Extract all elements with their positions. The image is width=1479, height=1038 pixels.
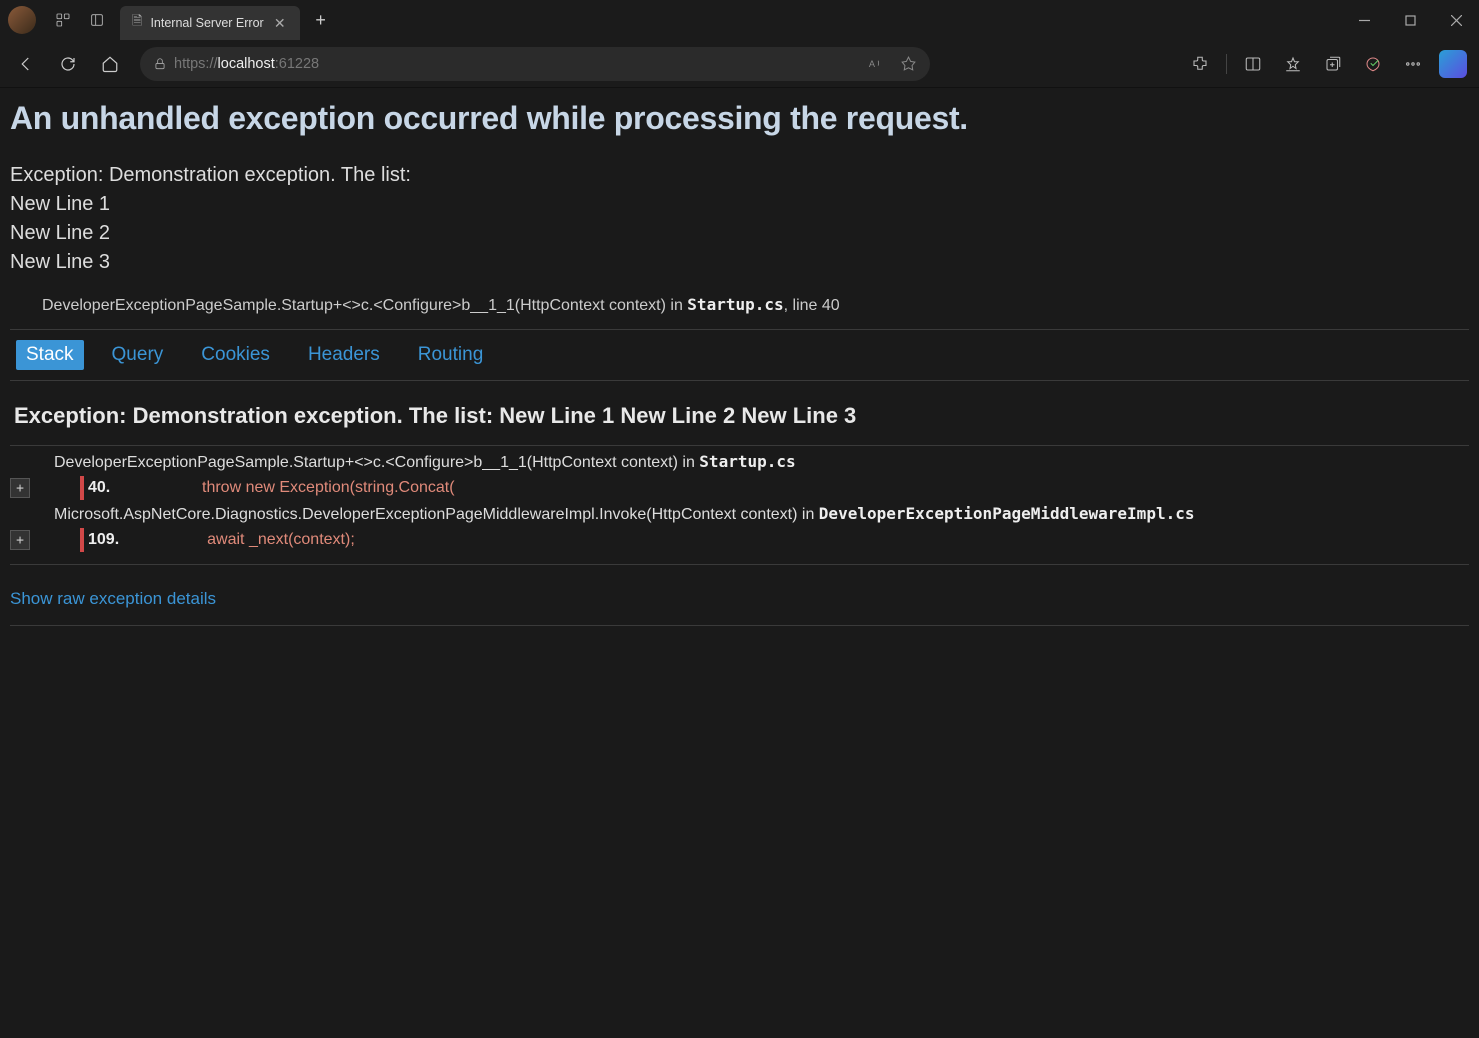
lock-icon[interactable] [146, 50, 174, 78]
favorite-icon[interactable] [892, 48, 924, 80]
tab-actions-icon[interactable] [80, 3, 114, 37]
home-button[interactable] [92, 46, 128, 82]
exception-message: Exception: Demonstration exception. The … [10, 161, 1469, 277]
close-window-button[interactable] [1433, 0, 1479, 40]
tab-headers[interactable]: Headers [298, 340, 390, 370]
titlebar: 🗎 Internal Server Error ✕ + [0, 0, 1479, 40]
favorites-list-icon[interactable] [1275, 46, 1311, 82]
stack-frame-code: + 40. throw new Exception(string.Concat( [10, 474, 1469, 502]
split-screen-icon[interactable] [1235, 46, 1271, 82]
stack-frame: DeveloperExceptionPageSample.Startup+<>c… [10, 450, 1469, 474]
line-number: 40. [84, 476, 122, 500]
tab-query[interactable]: Query [102, 340, 174, 370]
tab-cookies[interactable]: Cookies [191, 340, 280, 370]
close-tab-icon[interactable]: ✕ [272, 15, 288, 31]
tab-stack[interactable]: Stack [16, 340, 84, 370]
code-snippet: await _next(context); [127, 528, 355, 552]
maximize-button[interactable] [1387, 0, 1433, 40]
tab-routing[interactable]: Routing [408, 340, 494, 370]
address-bar[interactable]: https://localhost:61228 A [140, 47, 930, 81]
divider [1226, 54, 1227, 74]
page-icon: 🗎 [132, 12, 142, 34]
toolbar: https://localhost:61228 A [0, 40, 1479, 88]
extensions-icon[interactable] [1182, 46, 1218, 82]
frame-location: Microsoft.AspNetCore.Diagnostics.Develop… [22, 504, 1194, 524]
divider [10, 564, 1469, 565]
tab-title: Internal Server Error [150, 16, 263, 30]
divider [10, 445, 1469, 446]
divider [10, 380, 1469, 381]
copilot-icon[interactable] [1435, 46, 1471, 82]
stack-frame: Microsoft.AspNetCore.Diagnostics.Develop… [10, 502, 1469, 526]
svg-text:A: A [868, 59, 875, 69]
workspaces-icon[interactable] [46, 3, 80, 37]
window-controls [1341, 0, 1479, 40]
url-text[interactable]: https://localhost:61228 [174, 56, 858, 72]
more-icon[interactable] [1395, 46, 1431, 82]
show-raw-link[interactable]: Show raw exception details [10, 569, 216, 621]
new-tab-button[interactable]: + [306, 5, 336, 35]
code-snippet: throw new Exception(string.Concat( [122, 476, 455, 500]
read-aloud-icon[interactable]: A [858, 48, 890, 80]
frame-location: DeveloperExceptionPageSample.Startup+<>c… [22, 452, 796, 472]
stack-frame-code: + 109. await _next(context); [10, 526, 1469, 554]
profile-avatar[interactable] [8, 6, 36, 34]
divider [10, 329, 1469, 330]
stack-heading: Exception: Demonstration exception. The … [10, 385, 1469, 441]
minimize-button[interactable] [1341, 0, 1387, 40]
collections-icon[interactable] [1315, 46, 1351, 82]
browser-tab[interactable]: 🗎 Internal Server Error ✕ [120, 6, 300, 40]
performance-icon[interactable] [1355, 46, 1391, 82]
divider [10, 625, 1469, 626]
expand-frame-button[interactable]: + [10, 530, 30, 550]
back-button[interactable] [8, 46, 44, 82]
line-number: 109. [84, 528, 127, 552]
detail-tabs: Stack Query Cookies Headers Routing [10, 334, 1469, 376]
page-content: An unhandled exception occurred while pr… [0, 88, 1479, 1038]
page-title: An unhandled exception occurred while pr… [10, 100, 1469, 137]
refresh-button[interactable] [50, 46, 86, 82]
expand-frame-button[interactable]: + [10, 478, 30, 498]
exception-source: DeveloperExceptionPageSample.Startup+<>c… [10, 295, 1469, 315]
